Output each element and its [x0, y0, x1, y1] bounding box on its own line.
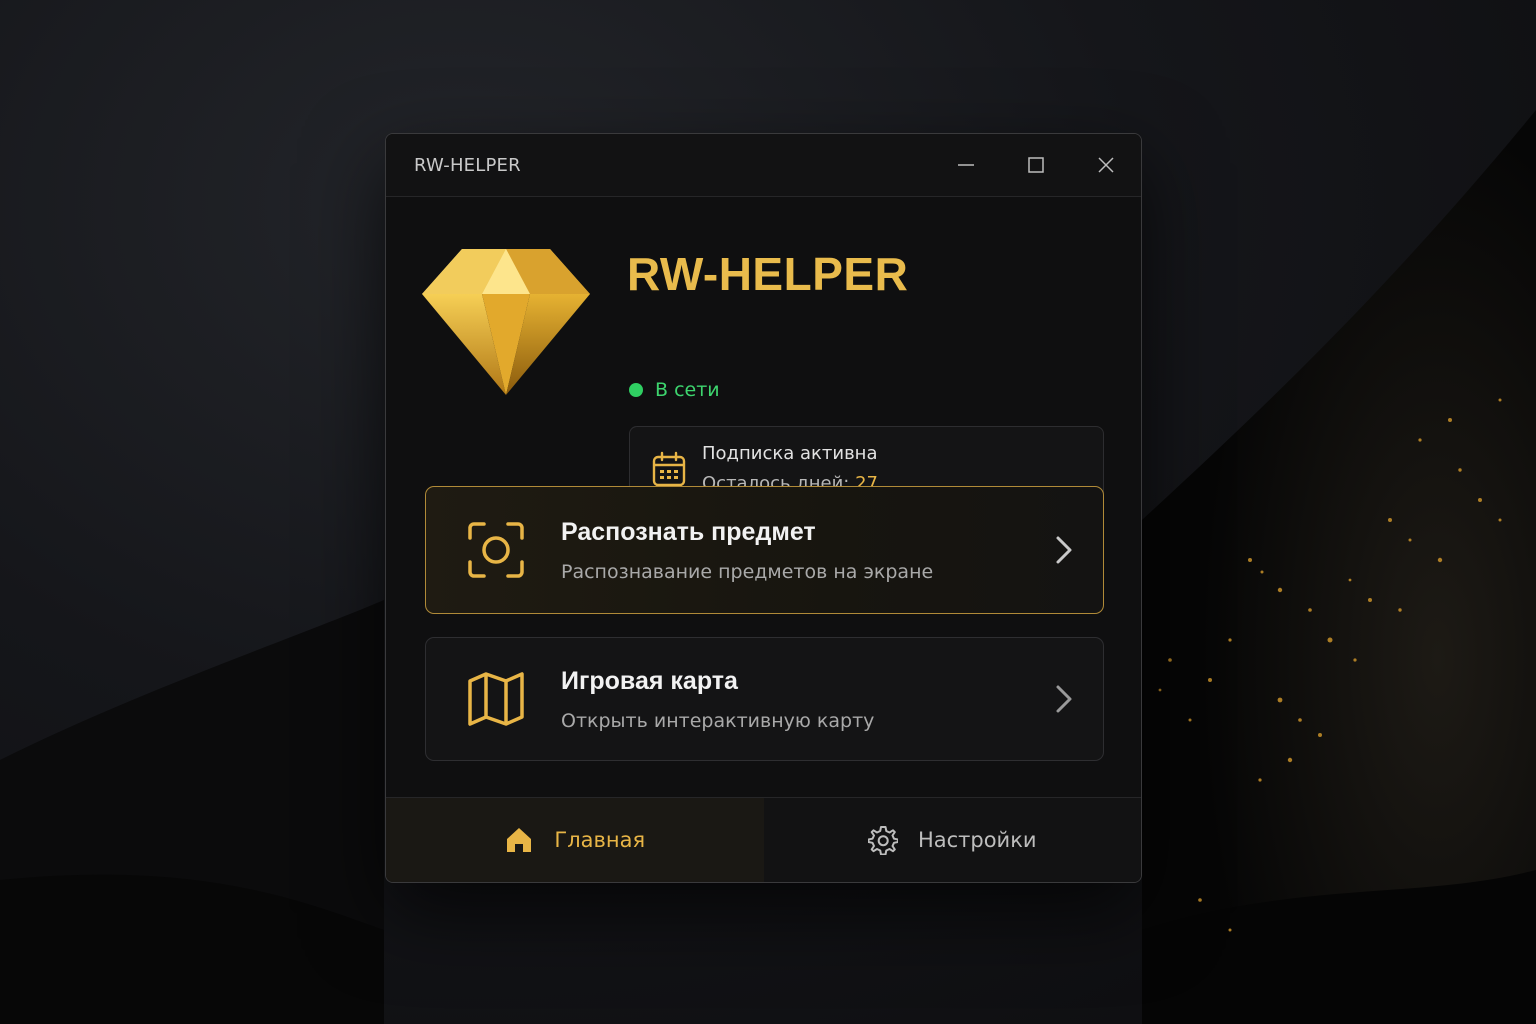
app-header: RW-HELPER В сети Подписка активна Остало…: [386, 197, 1141, 512]
status-dot-icon: [629, 383, 643, 397]
gear-icon: [867, 826, 898, 855]
nav-home-label: Главная: [554, 828, 646, 852]
maximize-icon: [1028, 157, 1044, 173]
scan-target-icon: [468, 522, 524, 578]
game-map-button[interactable]: Игровая карта Открыть интерактивную карт…: [425, 637, 1104, 761]
calendar-icon: [652, 451, 686, 487]
chevron-right-icon: [1056, 536, 1072, 564]
app-window: RW-HELPER RW-HELPER В сети Подписка акти…: [385, 133, 1142, 883]
app-name: RW-HELPER: [627, 248, 909, 300]
status-label: В сети: [655, 379, 720, 401]
window-controls: [931, 134, 1141, 196]
feature-title: Распознать предмет: [561, 517, 816, 546]
nav-settings-tab[interactable]: Настройки: [763, 798, 1141, 882]
feature-description: Открыть интерактивную карту: [561, 709, 875, 732]
minimize-icon: [958, 164, 974, 166]
window-title: RW-HELPER: [414, 154, 521, 176]
title-bar[interactable]: RW-HELPER: [386, 134, 1141, 197]
connection-status: В сети: [629, 379, 720, 401]
minimize-button[interactable]: [931, 134, 1001, 196]
map-icon: [468, 672, 524, 726]
close-icon: [1098, 157, 1114, 173]
nav-settings-label: Настройки: [917, 828, 1037, 852]
close-button[interactable]: [1071, 134, 1141, 196]
recognize-item-button[interactable]: Распознать предмет Распознавание предмет…: [425, 486, 1104, 614]
maximize-button[interactable]: [1001, 134, 1071, 196]
nav-home-tab[interactable]: Главная: [386, 798, 764, 882]
home-icon: [507, 828, 532, 852]
subscription-status: Подписка активна: [702, 443, 878, 464]
gold-diamond-icon: [422, 249, 590, 395]
feature-title: Игровая карта: [561, 666, 738, 695]
feature-description: Распознавание предметов на экране: [561, 560, 934, 583]
chevron-right-icon: [1056, 685, 1072, 713]
bottom-navigation: Главная Настройки: [386, 797, 1141, 882]
